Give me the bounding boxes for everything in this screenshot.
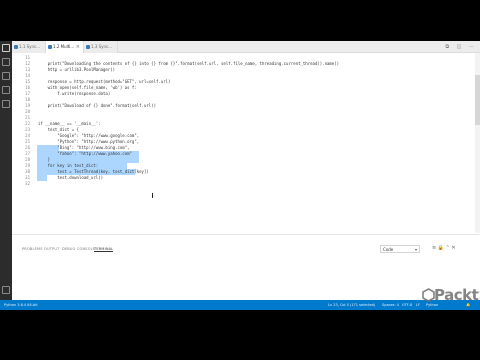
explorer-icon[interactable]	[2, 44, 10, 52]
code-line: http = urllib3.PoolManager()	[38, 67, 116, 72]
packt-logo: Packt>	[422, 286, 480, 308]
code-line: print("Downloading the contents of {} in…	[38, 61, 340, 66]
line-number: 28	[25, 157, 30, 162]
bottom-panel: PROBLEMS OUTPUT DEBUG CONSOLE TERMINAL C…	[12, 234, 480, 300]
code-line: response = http.request(method="GET", ur…	[38, 79, 171, 84]
packt-logo-text: Packt>	[434, 286, 480, 304]
scrollbar-thumb[interactable]	[475, 75, 480, 125]
line-number: 29	[25, 163, 30, 168]
tab-label: 1.1 Sync...	[19, 44, 41, 49]
mouse-cursor	[152, 193, 153, 198]
line-number: 31	[25, 175, 30, 180]
code-line: for key in test_dict:	[38, 163, 99, 168]
line-number-gutter: 11 12 13 14 15 16 17 18 19 20 21 22 23 24 25 26 27 28 29 30…	[12, 53, 36, 233]
indentation[interactable]: Spaces: 4	[382, 300, 399, 310]
close-icon[interactable]: ×	[76, 41, 80, 53]
line-number: 25	[25, 139, 30, 144]
line-number: 17	[25, 91, 30, 96]
activity-bar	[0, 41, 12, 300]
line-number: 15	[25, 79, 30, 84]
line-number: 26	[25, 145, 30, 150]
line-number: 11	[25, 55, 30, 60]
tab-label: 1.3 Sync...	[91, 44, 113, 49]
code-line: }	[38, 157, 51, 162]
line-number: 19	[25, 103, 30, 108]
source-control-icon[interactable]	[2, 72, 10, 80]
line-number: 20	[25, 109, 30, 114]
cursor-position[interactable]: Ln 23, Col 5 (171 selected)	[328, 300, 375, 310]
vscode-window: 1.1 Sync... 1.2 Multi... × 1.3 Sync... ⧉…	[0, 41, 480, 310]
panel-actions-icons[interactable]: ≡ 🔒 ⌃ ✕	[432, 245, 456, 251]
status-bar: Python 3.6.4 64-bit Ln 23, Col 5 (171 se…	[0, 300, 480, 310]
line-number: 12	[25, 61, 30, 66]
line-number: 30	[25, 169, 30, 174]
tab-label: 1.2 Multi...	[53, 44, 75, 49]
line-number: 13	[25, 67, 30, 72]
video-frame: 1.1 Sync... 1.2 Multi... × 1.3 Sync... ⧉…	[0, 0, 480, 360]
code-editor[interactable]: 11 12 13 14 15 16 17 18 19 20 21 22 23 24 25 26 27 28 29 30…	[12, 53, 480, 233]
tab-output[interactable]: OUTPUT	[44, 247, 59, 251]
code-line: with open(self.file_name, 'wb') as f:	[38, 85, 137, 90]
encoding[interactable]: UTF-8	[402, 300, 412, 310]
code-line: "Yahoo": "http://www.yahoo.com"	[38, 151, 132, 156]
tab-debug-console[interactable]: DEBUG CONSOLE	[62, 247, 95, 251]
line-number: 16	[25, 85, 30, 90]
editor-actions[interactable]: ⧉ ◫ ⋯	[446, 41, 477, 53]
code-line: print("Download of {} done".format(self.…	[38, 103, 157, 108]
python-file-icon	[14, 45, 18, 49]
line-ending[interactable]: LF	[416, 300, 420, 310]
line-number: 22	[25, 121, 30, 126]
python-file-icon	[48, 45, 52, 49]
code-line: if __name__ == '__main__':	[38, 121, 101, 126]
debug-icon[interactable]	[2, 86, 10, 94]
output-channel-select[interactable]: Code ▾	[380, 245, 420, 253]
code-line: test.download_url()	[38, 175, 104, 180]
code-line: test = TestThread(key, test_dict[key])	[38, 169, 149, 174]
code-line: f.write(response.data)	[38, 91, 111, 96]
line-number: 32	[25, 181, 30, 186]
line-number: 24	[25, 133, 30, 138]
python-interpreter[interactable]: Python 3.6.4 64-bit	[4, 300, 38, 310]
line-number: 18	[25, 97, 30, 102]
code-line: "Google": "http://www.google.com",	[38, 133, 140, 138]
select-value: Code	[383, 247, 394, 252]
search-icon[interactable]	[2, 58, 10, 66]
code-line: "Python": "http://www.python.org",	[38, 139, 140, 144]
line-number: 14	[25, 73, 30, 78]
extensions-icon[interactable]	[2, 100, 10, 108]
chevron-down-icon: ▾	[414, 247, 417, 252]
tab-1-3[interactable]: 1.3 Sync...	[84, 41, 118, 53]
code-line: test_dict = {	[38, 127, 79, 132]
python-file-icon	[86, 45, 90, 49]
tab-bar: 1.1 Sync... 1.2 Multi... × 1.3 Sync... ⧉…	[12, 41, 480, 53]
tab-terminal[interactable]: TERMINAL	[94, 247, 114, 252]
gear-icon[interactable]	[2, 286, 10, 294]
line-number: 21	[25, 115, 30, 120]
line-number: 23	[25, 127, 30, 132]
tab-1-2[interactable]: 1.2 Multi... ×	[46, 41, 84, 53]
line-number: 27	[25, 151, 30, 156]
tab-1-1[interactable]: 1.1 Sync...	[12, 41, 46, 53]
code-line: "Bing": "http://www.bing.com",	[38, 145, 130, 150]
tab-problems[interactable]: PROBLEMS	[22, 247, 43, 251]
editor-scrollbar[interactable]	[475, 53, 480, 233]
